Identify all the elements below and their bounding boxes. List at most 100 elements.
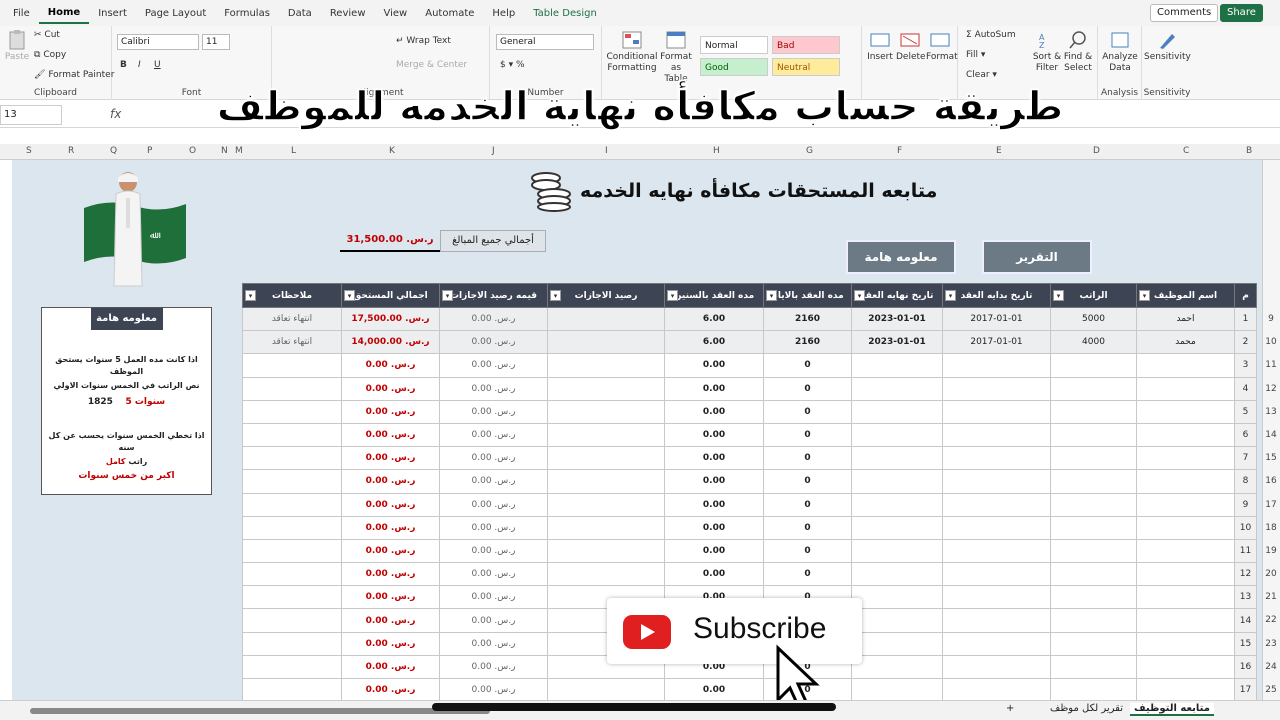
font-size-select[interactable]: 11 (202, 34, 230, 50)
cell-name[interactable] (1136, 446, 1235, 471)
cell-note[interactable] (242, 469, 342, 494)
cell-salary[interactable] (1050, 538, 1137, 564)
format-cells-button[interactable]: Format (926, 30, 958, 63)
cell-n[interactable]: 17 (1234, 677, 1257, 703)
menu-tab-help[interactable]: Help (483, 8, 524, 19)
cell-note[interactable] (242, 492, 342, 517)
cell-name[interactable] (1136, 376, 1235, 401)
cell-leave-val[interactable]: 0.00 .ر.س (439, 353, 548, 378)
cell-total[interactable]: 0.00 .ر.س (341, 446, 440, 471)
cell-name[interactable] (1136, 492, 1235, 517)
row-number[interactable]: 22 (1262, 609, 1280, 632)
cell-note[interactable]: انتهاء تعاقد (242, 306, 342, 332)
menu-tab-automate[interactable]: Automate (416, 8, 483, 19)
cell-name[interactable] (1136, 538, 1235, 564)
cell-leave[interactable] (547, 353, 665, 378)
menu-tab-formulas[interactable]: Formulas (215, 8, 279, 19)
cell-note[interactable]: انتهاء تعاقد (242, 330, 342, 355)
name-box[interactable]: 13 (0, 105, 62, 125)
cell-years[interactable]: 0.00 (664, 353, 764, 378)
cell-name[interactable]: محمد (1136, 330, 1235, 355)
cell-end[interactable]: 2023-01-01 (851, 306, 943, 332)
cell-leave-val[interactable]: 0.00 .ر.س (439, 422, 548, 448)
cell-years[interactable]: 0.00 (664, 422, 764, 448)
cell-note[interactable] (242, 422, 342, 448)
cell-leave-val[interactable]: 0.00 .ر.س (439, 562, 548, 587)
cell-salary[interactable] (1050, 631, 1137, 656)
cell-total[interactable]: 0.00 .ر.س (341, 585, 440, 610)
cell-leave[interactable] (547, 399, 665, 424)
cell-days[interactable]: 0 (763, 422, 852, 448)
column-header[interactable]: مده العقد بالايام ▾ (763, 283, 852, 308)
cell-years[interactable]: 0.00 (664, 492, 764, 517)
menu-tab-insert[interactable]: Insert (89, 8, 136, 19)
cell-end[interactable] (851, 538, 943, 564)
paste-button[interactable]: Paste (4, 30, 30, 63)
column-letter[interactable]: D (1093, 146, 1100, 156)
filter-dropdown-icon[interactable]: ▾ (766, 290, 777, 301)
cell-total[interactable]: 0.00 .ر.س (341, 515, 440, 540)
cell-years[interactable]: 0.00 (664, 399, 764, 424)
column-letter[interactable]: B (1246, 146, 1252, 156)
cell-end[interactable] (851, 515, 943, 540)
cell-leave[interactable] (547, 469, 665, 494)
cell-start[interactable] (942, 376, 1051, 401)
cell-salary[interactable] (1050, 469, 1137, 494)
cell-note[interactable] (242, 515, 342, 540)
cell-note[interactable] (242, 399, 342, 424)
column-letter[interactable]: C (1183, 146, 1189, 156)
cell-days[interactable]: 0 (763, 446, 852, 471)
cell-leave[interactable] (547, 376, 665, 401)
cell-end[interactable] (851, 469, 943, 494)
cell-salary[interactable] (1050, 399, 1137, 424)
cell-years[interactable]: 0.00 (664, 562, 764, 587)
cell-days[interactable]: 0 (763, 399, 852, 424)
autosum-button[interactable]: Σ AutoSum (966, 30, 1016, 40)
cell-days[interactable]: 0 (763, 376, 852, 401)
row-number[interactable]: 9 (1262, 308, 1280, 331)
cell-total[interactable]: 0.00 .ر.س (341, 469, 440, 494)
cell-salary[interactable] (1050, 654, 1137, 680)
cell-start[interactable] (942, 353, 1051, 378)
cell-days[interactable]: 0 (763, 492, 852, 517)
number-format-select[interactable]: General (496, 34, 594, 50)
cell-n[interactable]: 14 (1234, 608, 1257, 633)
style-bad[interactable]: Bad (772, 36, 840, 54)
cell-leave-val[interactable]: 0.00 .ر.س (439, 330, 548, 355)
cell-leave-val[interactable]: 0.00 .ر.س (439, 515, 548, 540)
cell-years[interactable]: 0.00 (664, 538, 764, 564)
cell-name[interactable] (1136, 353, 1235, 378)
cell-n[interactable]: 1 (1234, 306, 1257, 332)
cell-leave-val[interactable]: 0.00 .ر.س (439, 306, 548, 332)
cell-end[interactable] (851, 399, 943, 424)
cell-n[interactable]: 6 (1234, 422, 1257, 448)
cell-name[interactable] (1136, 515, 1235, 540)
cell-note[interactable] (242, 446, 342, 471)
cell-n[interactable]: 13 (1234, 585, 1257, 610)
cell-total[interactable]: 0.00 .ر.س (341, 376, 440, 401)
cell-n[interactable]: 12 (1234, 562, 1257, 587)
cell-name[interactable] (1136, 399, 1235, 424)
menu-tab-view[interactable]: View (375, 8, 417, 19)
cell-leave-val[interactable]: 0.00 .ر.س (439, 654, 548, 680)
cell-note[interactable] (242, 585, 342, 610)
cell-leave-val[interactable]: 0.00 .ر.س (439, 399, 548, 424)
cell-years[interactable]: 0.00 (664, 469, 764, 494)
row-number[interactable]: 14 (1262, 424, 1280, 447)
cell-leave[interactable] (547, 330, 665, 355)
column-letter[interactable]: P (147, 146, 152, 156)
cell-n[interactable]: 9 (1234, 492, 1257, 517)
cell-name[interactable] (1136, 422, 1235, 448)
cell-total[interactable]: 0.00 .ر.س (341, 631, 440, 656)
filter-dropdown-icon[interactable]: ▾ (550, 290, 561, 301)
column-letter[interactable]: L (291, 146, 296, 156)
cell-start[interactable] (942, 469, 1051, 494)
cell-note[interactable] (242, 608, 342, 633)
cell-name[interactable] (1136, 608, 1235, 633)
cell-days[interactable]: 2160 (763, 330, 852, 355)
cell-n[interactable]: 7 (1234, 446, 1257, 471)
cell-total[interactable]: 0.00 .ر.س (341, 353, 440, 378)
column-letter[interactable]: R (68, 146, 74, 156)
cell-salary[interactable] (1050, 353, 1137, 378)
row-number[interactable]: 20 (1262, 563, 1280, 586)
